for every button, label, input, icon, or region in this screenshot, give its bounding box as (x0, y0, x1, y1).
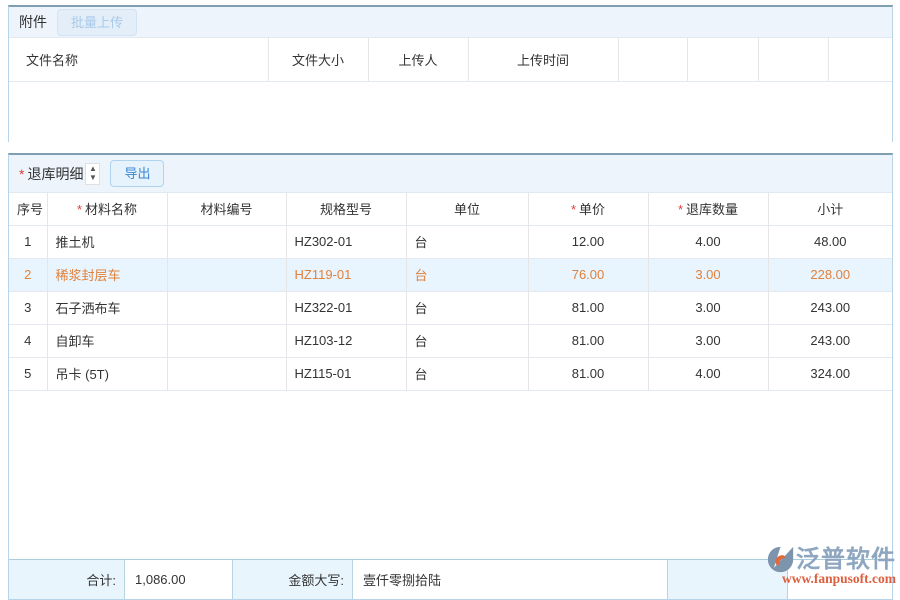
cell-seq: 2 (9, 258, 47, 291)
totals-footer: 合计: 1,086.00 金额大写: 壹仟零捌拾陆 (9, 559, 892, 599)
col-subtotal: 小计 (768, 193, 892, 225)
cell-unit[interactable]: 台 (406, 291, 528, 324)
required-mark: * (19, 166, 24, 182)
cell-unit[interactable]: 台 (406, 324, 528, 357)
required-mark: * (77, 202, 82, 217)
cell-seq: 5 (9, 357, 47, 390)
amount-words-value: 壹仟零捌拾陆 (353, 560, 668, 599)
cell-unit[interactable]: 台 (406, 357, 528, 390)
total-value: 1,086.00 (125, 560, 233, 599)
table-row[interactable]: 5 吊卡 (5T) HZ115-01 台 81.00 4.00 324.00 (9, 357, 892, 390)
attachments-titlebar: 附件 批量上传 (9, 7, 892, 38)
cell-return-qty[interactable]: 4.00 (648, 357, 768, 390)
cell-unit[interactable]: 台 (406, 225, 528, 258)
cell-unit[interactable]: 台 (406, 258, 528, 291)
cell-material-code[interactable] (167, 357, 286, 390)
cell-material-code[interactable] (167, 291, 286, 324)
detail-titlebar: * 退库明细 ▲ ▼ 导出 (9, 155, 892, 193)
col-unit: 单位 (406, 193, 528, 225)
cell-subtotal: 243.00 (768, 291, 892, 324)
col-empty-2 (687, 38, 758, 81)
attachments-empty-body (9, 82, 892, 143)
cell-seq: 1 (9, 225, 47, 258)
cell-subtotal: 243.00 (768, 324, 892, 357)
attachments-header-row: 文件名称 文件大小 上传人 上传时间 (9, 38, 892, 81)
detail-stepper[interactable]: ▲ ▼ (85, 163, 100, 185)
detail-table: 序号 *材料名称 材料编号 规格型号 单位 *单价 *退库数量 小计 1 推土机… (9, 193, 892, 391)
cell-subtotal: 324.00 (768, 357, 892, 390)
export-button[interactable]: 导出 (110, 160, 164, 187)
col-material-code: 材料编号 (167, 193, 286, 225)
total-label: 合计: (9, 560, 125, 599)
required-mark: * (678, 202, 683, 217)
cell-unit-price[interactable]: 76.00 (528, 258, 648, 291)
cell-subtotal: 228.00 (768, 258, 892, 291)
cell-spec-model[interactable]: HZ103-12 (286, 324, 406, 357)
cell-return-qty[interactable]: 3.00 (648, 324, 768, 357)
table-row-selected[interactable]: 2 稀浆封层车 HZ119-01 台 76.00 3.00 228.00 (9, 258, 892, 291)
cell-unit-price[interactable]: 12.00 (528, 225, 648, 258)
cell-spec-model[interactable]: HZ302-01 (286, 225, 406, 258)
col-file-name: 文件名称 (9, 38, 268, 81)
col-material-name: *材料名称 (47, 193, 167, 225)
cell-seq: 3 (9, 291, 47, 324)
col-seq: 序号 (9, 193, 47, 225)
col-return-qty: *退库数量 (648, 193, 768, 225)
cell-material-name[interactable]: 自卸车 (47, 324, 167, 357)
col-uploader: 上传人 (368, 38, 468, 81)
footer-empty-label (668, 560, 788, 599)
stepper-down-icon[interactable]: ▼ (89, 174, 97, 183)
attachments-table: 文件名称 文件大小 上传人 上传时间 (9, 38, 892, 82)
col-upload-time: 上传时间 (468, 38, 618, 81)
col-unit-price: *单价 (528, 193, 648, 225)
table-row[interactable]: 3 石子洒布车 HZ322-01 台 81.00 3.00 243.00 (9, 291, 892, 324)
cell-unit-price[interactable]: 81.00 (528, 357, 648, 390)
return-detail-panel: * 退库明细 ▲ ▼ 导出 序号 *材料名称 材料编号 规格型号 单位 *单价 … (8, 153, 893, 600)
cell-material-name[interactable]: 推土机 (47, 225, 167, 258)
cell-material-name[interactable]: 石子洒布车 (47, 291, 167, 324)
detail-title: 退库明细 (27, 164, 83, 184)
cell-seq: 4 (9, 324, 47, 357)
cell-material-name[interactable]: 吊卡 (5T) (47, 357, 167, 390)
batch-upload-button[interactable]: 批量上传 (57, 9, 137, 36)
cell-return-qty[interactable]: 4.00 (648, 225, 768, 258)
detail-header-row: 序号 *材料名称 材料编号 规格型号 单位 *单价 *退库数量 小计 (9, 193, 892, 225)
cell-spec-model[interactable]: HZ119-01 (286, 258, 406, 291)
col-file-size: 文件大小 (268, 38, 368, 81)
col-empty-1 (618, 38, 687, 81)
cell-unit-price[interactable]: 81.00 (528, 324, 648, 357)
col-empty-3 (758, 38, 828, 81)
required-mark: * (571, 202, 576, 217)
cell-material-code[interactable] (167, 225, 286, 258)
cell-return-qty[interactable]: 3.00 (648, 291, 768, 324)
cell-material-code[interactable] (167, 258, 286, 291)
cell-spec-model[interactable]: HZ115-01 (286, 357, 406, 390)
cell-material-name[interactable]: 稀浆封层车 (47, 258, 167, 291)
attachments-title: 附件 (19, 12, 47, 32)
footer-empty-value (788, 560, 892, 599)
cell-material-code[interactable] (167, 324, 286, 357)
cell-spec-model[interactable]: HZ322-01 (286, 291, 406, 324)
table-row[interactable]: 1 推土机 HZ302-01 台 12.00 4.00 48.00 (9, 225, 892, 258)
amount-words-label: 金额大写: (233, 560, 353, 599)
cell-subtotal: 48.00 (768, 225, 892, 258)
attachments-panel: 附件 批量上传 文件名称 文件大小 上传人 上传时间 (8, 5, 893, 142)
cell-return-qty[interactable]: 3.00 (648, 258, 768, 291)
cell-unit-price[interactable]: 81.00 (528, 291, 648, 324)
table-row[interactable]: 4 自卸车 HZ103-12 台 81.00 3.00 243.00 (9, 324, 892, 357)
col-empty-4 (828, 38, 892, 81)
detail-empty-area (9, 391, 892, 560)
col-spec-model: 规格型号 (286, 193, 406, 225)
